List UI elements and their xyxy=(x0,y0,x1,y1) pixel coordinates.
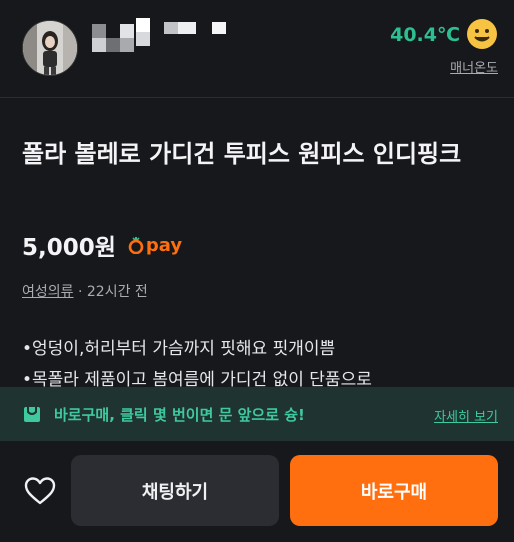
item-price: 5,000원 xyxy=(22,235,116,261)
meta-separator: · xyxy=(77,284,87,300)
pay-badge: pay xyxy=(128,235,182,256)
buy-now-button[interactable]: 바로구매 xyxy=(290,455,498,526)
chat-button[interactable]: 채팅하기 xyxy=(71,455,279,526)
description-line: •엉덩이,허리부터 가슴까지 핏해요 핏개이쁨 xyxy=(22,339,336,359)
manner-temperature: 40.4℃ xyxy=(390,24,460,46)
banner-text: 바로구매, 클릭 몇 번이면 문 앞으로 슝! xyxy=(54,406,305,424)
manner-temperature-link[interactable]: 매너온도 xyxy=(450,57,498,76)
category-link[interactable]: 여성의류 xyxy=(22,284,74,300)
posted-time: 22시간 전 xyxy=(86,284,148,300)
price-row: 5,000원 pay xyxy=(22,229,182,262)
heart-icon[interactable] xyxy=(24,476,56,506)
seller-header: 40.4℃ 매너온도 xyxy=(0,0,514,98)
shopping-bag-icon xyxy=(24,407,40,422)
pay-label: pay xyxy=(145,234,183,256)
item-title: 폴라 볼레로 가디건 투피스 원피스 인디핑크 xyxy=(22,140,462,168)
item-meta: 여성의류 · 22시간 전 xyxy=(22,281,148,301)
smiley-face-icon xyxy=(467,19,497,49)
banner-details-link[interactable]: 자세히 보기 xyxy=(434,406,498,425)
bottom-action-bar: 채팅하기 바로구매 xyxy=(0,441,514,542)
carrot-pay-icon xyxy=(128,237,144,254)
seller-name-blurred xyxy=(92,18,242,58)
direct-buy-banner[interactable]: 바로구매, 클릭 몇 번이면 문 앞으로 슝! 자세히 보기 xyxy=(0,387,514,441)
seller-avatar[interactable] xyxy=(22,20,78,76)
